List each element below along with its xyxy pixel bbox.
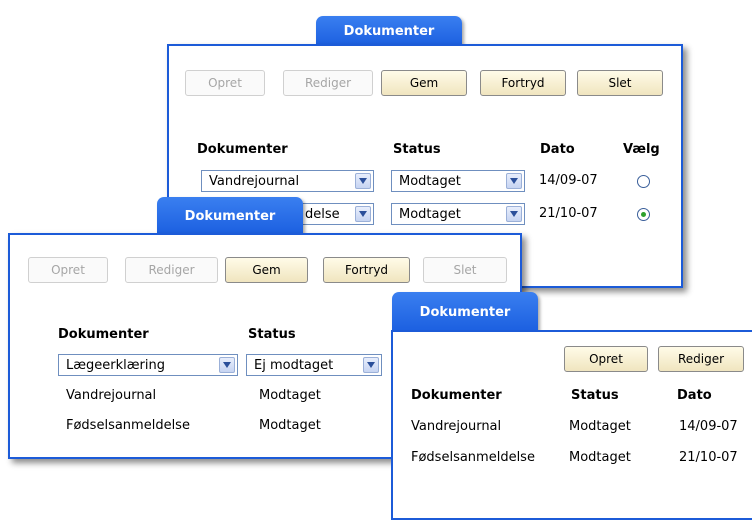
chevron-down-icon bbox=[355, 173, 371, 189]
w1-row2-status-select[interactable]: Modtaget bbox=[391, 203, 525, 225]
w1-slet-button[interactable]: Slet bbox=[577, 70, 663, 96]
chevron-down-icon bbox=[363, 357, 379, 373]
w3-header-dokumenter: Dokumenter bbox=[411, 388, 502, 403]
w2-row2-status: Modtaget bbox=[259, 388, 321, 403]
w1-row1-status-value: Modtaget bbox=[399, 173, 461, 189]
w1-gem-button[interactable]: Gem bbox=[381, 70, 467, 96]
w3-row2-status: Modtaget bbox=[569, 450, 631, 465]
chevron-down-icon bbox=[506, 173, 522, 189]
w2-row2-doc: Vandrejournal bbox=[66, 388, 157, 403]
w1-opret-button[interactable]: Opret bbox=[185, 70, 265, 96]
chevron-down-icon bbox=[506, 206, 522, 222]
chevron-down-icon bbox=[219, 357, 235, 373]
w3-tab[interactable]: Dokumenter bbox=[392, 292, 538, 332]
w2-header-status: Status bbox=[248, 327, 296, 342]
w2-row1-doc-select[interactable]: Lægeerklæring bbox=[58, 354, 238, 376]
w1-tab[interactable]: Dokumenter bbox=[316, 16, 462, 46]
w1-header-vaelg: Vælg bbox=[623, 142, 660, 157]
w3-header-dato: Dato bbox=[677, 388, 712, 403]
w2-slet-button[interactable]: Slet bbox=[423, 257, 507, 283]
w2-opret-button[interactable]: Opret bbox=[28, 257, 108, 283]
w1-row1-status-select[interactable]: Modtaget bbox=[391, 170, 525, 192]
w2-row1-doc-value: Lægeerklæring bbox=[66, 357, 165, 373]
w1-row1-date: 14/09-07 bbox=[539, 173, 598, 188]
w1-row2-status-value: Modtaget bbox=[399, 206, 461, 222]
chevron-down-icon bbox=[355, 206, 371, 222]
w3-panel: Opret Rediger Dokumenter Status Dato Van… bbox=[391, 330, 752, 520]
w3-row2-date: 21/10-07 bbox=[679, 450, 738, 465]
w2-row3-doc: Fødselsanmeldelse bbox=[66, 418, 190, 433]
w1-row1-doc-value: Vandrejournal bbox=[209, 173, 300, 189]
w1-rediger-button[interactable]: Rediger bbox=[283, 70, 373, 96]
w2-row1-status-value: Ej modtaget bbox=[254, 357, 334, 373]
w1-header-dato: Dato bbox=[540, 142, 575, 157]
w2-tab[interactable]: Dokumenter bbox=[157, 197, 303, 235]
w2-header-dokumenter: Dokumenter bbox=[58, 327, 149, 342]
w1-header-dokumenter: Dokumenter bbox=[197, 142, 288, 157]
w1-row2-radio[interactable] bbox=[637, 208, 650, 221]
w2-fortryd-button[interactable]: Fortryd bbox=[323, 257, 410, 283]
w2-rediger-button[interactable]: Rediger bbox=[125, 257, 218, 283]
w3-row1-status: Modtaget bbox=[569, 419, 631, 434]
w3-row1-date: 14/09-07 bbox=[679, 419, 738, 434]
w3-header-status: Status bbox=[571, 388, 619, 403]
w1-header-status: Status bbox=[393, 142, 441, 157]
w1-row2-date: 21/10-07 bbox=[539, 206, 598, 221]
w3-row1-doc: Vandrejournal bbox=[411, 419, 502, 434]
w2-row1-status-select[interactable]: Ej modtaget bbox=[246, 354, 382, 376]
w2-gem-button[interactable]: Gem bbox=[225, 257, 308, 283]
w3-rediger-button[interactable]: Rediger bbox=[658, 346, 744, 372]
w2-row3-status: Modtaget bbox=[259, 418, 321, 433]
w1-row1-radio[interactable] bbox=[637, 175, 650, 188]
w3-row2-doc: Fødselsanmeldelse bbox=[411, 450, 535, 465]
w1-row1-doc-select[interactable]: Vandrejournal bbox=[201, 170, 374, 192]
w1-fortryd-button[interactable]: Fortryd bbox=[480, 70, 566, 96]
w3-opret-button[interactable]: Opret bbox=[564, 346, 648, 372]
